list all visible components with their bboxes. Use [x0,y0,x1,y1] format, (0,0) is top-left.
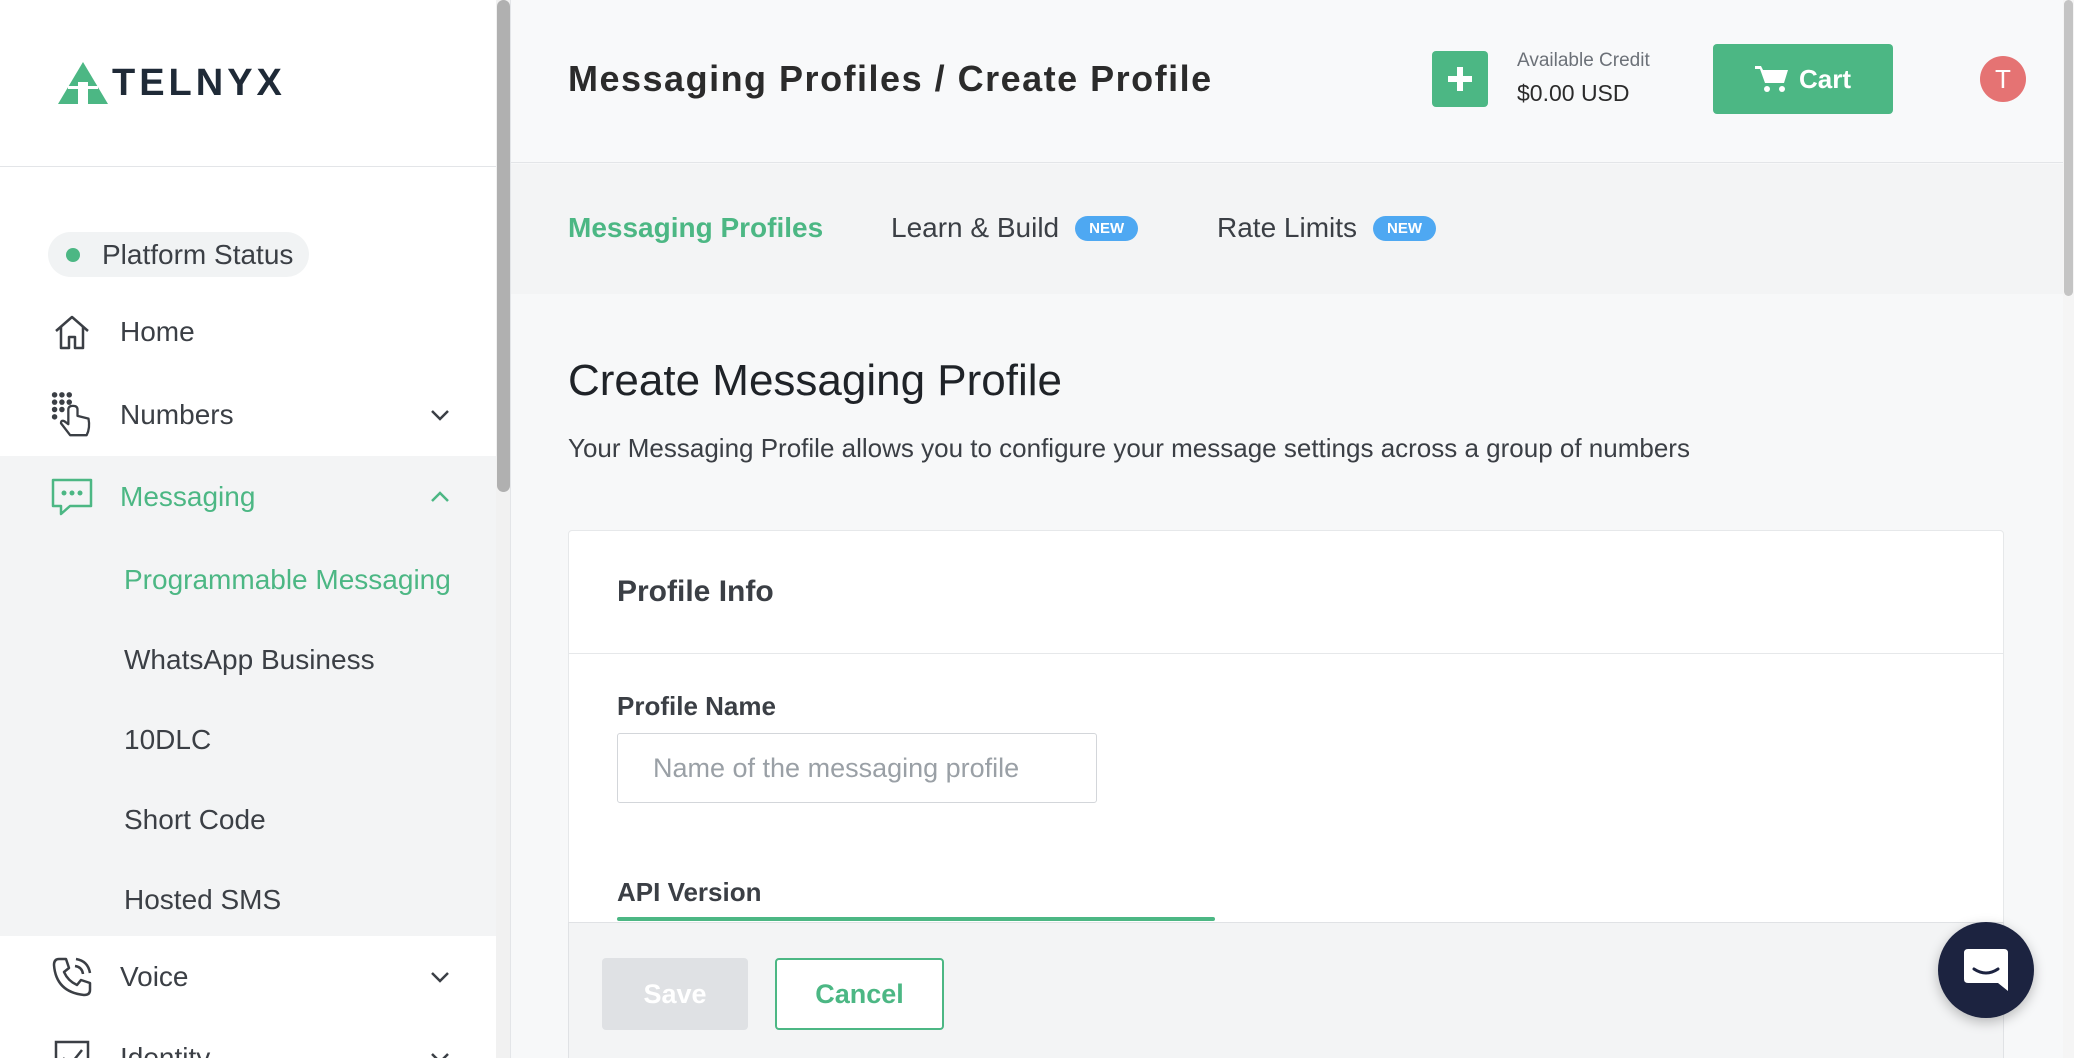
avatar[interactable]: T [1980,56,2026,102]
form-action-bar: Save Cancel [568,922,2004,1058]
sidebar-item-home[interactable]: Home [0,291,496,373]
submenu-item-short-code[interactable]: Short Code [124,804,266,836]
sidebar-item-label: Voice [120,961,189,992]
sidebar-item-label: Home [120,316,195,347]
submenu-item-10dlc[interactable]: 10DLC [124,724,211,756]
telnyx-logo[interactable]: TELNYX [58,62,286,105]
main-scroll-thumb[interactable] [2064,0,2073,296]
telnyx-logo-icon [58,62,108,104]
messaging-submenu: Programmable Messaging WhatsApp Business… [0,538,496,936]
main-scrollbar[interactable] [2063,0,2074,1058]
chat-launcher-icon [1964,949,2008,991]
top-header: Messaging Profiles / Create Profile Avai… [511,0,2063,163]
page-title: Messaging Profiles / Create Profile [568,58,1213,99]
tab-rate-limits[interactable]: Rate Limits NEW [1217,212,1437,244]
cart-button[interactable]: Cart [1713,44,1893,114]
sidebar-item-voice[interactable]: Voice [0,936,496,1018]
tab-label: Learn & Build [891,212,1060,243]
cart-label: Cart [1798,63,1851,94]
card-title: Profile Info [569,531,2003,654]
checkbox-icon [50,1036,94,1058]
cancel-button[interactable]: Cancel [775,958,944,1030]
sidebar-scroll-thumb[interactable] [497,0,510,492]
sidebar-scrollbar[interactable] [496,0,510,1058]
new-badge: NEW [1075,215,1139,241]
new-badge: NEW [1373,215,1437,241]
tab-label: Messaging Profiles [568,212,824,243]
submenu-item-programmable-messaging[interactable]: Programmable Messaging [124,564,451,596]
sidebar: TELNYX Platform Status Home Numbers Prog… [0,0,511,1058]
submenu-item-hosted-sms[interactable]: Hosted SMS [124,884,281,916]
logo-text: TELNYX [112,61,286,104]
profile-name-input[interactable] [617,733,1097,803]
logo-area: TELNYX [0,0,510,167]
add-credit-button[interactable] [1432,51,1488,107]
credit-label: Available Credit [1517,50,1650,71]
platform-status[interactable]: Platform Status [48,232,310,277]
sidebar-item-numbers[interactable]: Numbers [0,374,496,456]
chevron-down-icon [431,410,449,421]
tab-label: Rate Limits [1217,212,1358,243]
api-version-label: API Version [617,877,762,907]
chat-bubble-icon [50,475,94,519]
form-description: Your Messaging Profile allows you to con… [568,433,1690,463]
dialpad-icon [50,392,94,437]
cart-icon [1754,66,1788,92]
sidebar-item-identity[interactable]: Identity [0,1017,496,1058]
form-heading: Create Messaging Profile [568,356,1063,405]
plus-icon [1448,67,1472,91]
home-icon [50,310,94,354]
main-content: Create Messaging Profile Your Messaging … [511,294,2063,1058]
submenu-item-whatsapp-business[interactable]: WhatsApp Business [124,644,375,676]
tab-messaging-profiles[interactable]: Messaging Profiles [568,212,823,244]
chevron-down-icon [431,1053,449,1058]
chevron-up-icon [431,491,449,502]
save-button[interactable]: Save [602,958,748,1030]
sidebar-item-label: Messaging [120,481,256,512]
api-version-select[interactable] [617,917,1215,921]
sidebar-item-messaging[interactable]: Messaging [0,456,496,538]
tab-learn-build[interactable]: Learn & Build NEW [891,212,1139,244]
sidebar-item-label: Numbers [120,399,234,430]
phone-icon [50,955,94,999]
profile-name-label: Profile Name [617,691,776,721]
credit-value: $0.00 USD [1517,80,1630,106]
sidebar-item-label: Identity [120,1042,211,1058]
chevron-down-icon [431,972,449,983]
support-chat-button[interactable] [1938,922,2034,1018]
status-dot-icon [66,247,80,262]
tab-bar: Messaging Profiles Learn & Build NEW Rat… [511,164,2063,294]
platform-status-label: Platform Status [102,238,294,270]
